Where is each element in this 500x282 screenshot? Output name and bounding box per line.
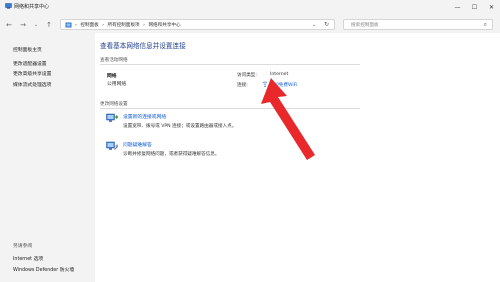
connection-label: 连接: bbox=[237, 83, 248, 88]
see-also-firewall[interactable]: Windows Defender 防火墙 bbox=[13, 266, 74, 273]
sidebar-item-control-panel-home[interactable]: 控制面板主页 bbox=[13, 46, 42, 53]
page-title: 查看基本网络信息并设置连接 bbox=[100, 42, 186, 50]
address-bar[interactable]: › 控制面板 › 所有控制面板项 › 网络和共享中心 ⌄ ↻ bbox=[60, 19, 335, 30]
access-type-label: 访问类型: bbox=[237, 73, 257, 78]
breadcrumb: › 控制面板 › 所有控制面板项 › 网络和共享中心 bbox=[75, 22, 183, 28]
new-connection-icon bbox=[106, 113, 118, 122]
breadcrumb-separator: › bbox=[143, 23, 145, 28]
network-name: 网络 bbox=[107, 74, 117, 79]
breadcrumb-control-panel[interactable]: 控制面板 bbox=[80, 23, 98, 28]
setup-new-connection-link[interactable]: 设置新的连接或网络 bbox=[123, 113, 166, 120]
recent-locations-button[interactable]: ⌄ bbox=[31, 20, 41, 29]
breadcrumb-all-items[interactable]: 所有控制面板项 bbox=[107, 23, 139, 28]
address-dropdown-icon[interactable]: ⌄ bbox=[312, 22, 316, 28]
up-button[interactable]: ↑ bbox=[44, 20, 54, 29]
annotation-arrow-icon bbox=[261, 78, 315, 160]
chevron-down-icon: ⌄ bbox=[33, 21, 39, 28]
search-input[interactable]: 搜索控制面板 bbox=[351, 22, 379, 28]
change-settings-heading: 更改网络设置 bbox=[100, 102, 128, 107]
forward-arrow-icon: → bbox=[20, 20, 26, 29]
maximize-button[interactable]: ☐ bbox=[466, 0, 483, 14]
breadcrumb-network-center[interactable]: 网络和共享中心 bbox=[148, 23, 180, 28]
breadcrumb-separator: › bbox=[75, 23, 77, 28]
minimize-icon: — bbox=[454, 3, 461, 11]
back-arrow-icon: ← bbox=[6, 20, 12, 29]
sidebar-item-media-streaming[interactable]: 媒体流式处理选项 bbox=[13, 81, 51, 88]
search-box[interactable]: 搜索控制面板 ⌕ bbox=[343, 19, 493, 30]
refresh-icon[interactable]: ↻ bbox=[324, 21, 329, 28]
network-center-icon bbox=[5, 3, 12, 9]
control-panel-icon bbox=[65, 22, 72, 28]
close-icon: ✕ bbox=[488, 3, 495, 11]
network-type[interactable]: 公用网络 bbox=[107, 80, 126, 87]
maximize-icon: ☐ bbox=[471, 3, 478, 11]
sidebar-item-adapter-settings[interactable]: 更改适配器设置 bbox=[13, 60, 47, 67]
close-button[interactable]: ✕ bbox=[483, 0, 500, 14]
back-button[interactable]: ← bbox=[4, 20, 14, 29]
setup-new-connection-description: 设置宽带、拨号或 VPN 连接；或设置路由器或接入点。 bbox=[123, 124, 237, 129]
minimize-button[interactable]: — bbox=[449, 0, 466, 14]
breadcrumb-separator: › bbox=[102, 23, 105, 28]
divider bbox=[100, 64, 360, 65]
troubleshoot-problems-link[interactable]: 问题疑难解答 bbox=[123, 141, 152, 148]
sidebar-item-advanced-sharing[interactable]: 更改高级共享设置 bbox=[13, 70, 51, 77]
see-also-internet-options[interactable]: Internet 选项 bbox=[13, 255, 43, 262]
troubleshoot-icon bbox=[106, 141, 118, 150]
see-also-heading: 另请参阅 bbox=[13, 244, 33, 249]
forward-button[interactable]: → bbox=[18, 20, 28, 29]
troubleshoot-problems-description: 诊断并修复网络问题，或者获得疑难解答信息。 bbox=[123, 152, 220, 157]
title-bar bbox=[0, 0, 500, 14]
up-arrow-icon: ↑ bbox=[46, 20, 52, 29]
search-icon: ⌕ bbox=[483, 21, 487, 28]
active-networks-heading: 查看活动网络 bbox=[100, 58, 128, 63]
window-title: 网络和共享中心 bbox=[14, 4, 50, 10]
